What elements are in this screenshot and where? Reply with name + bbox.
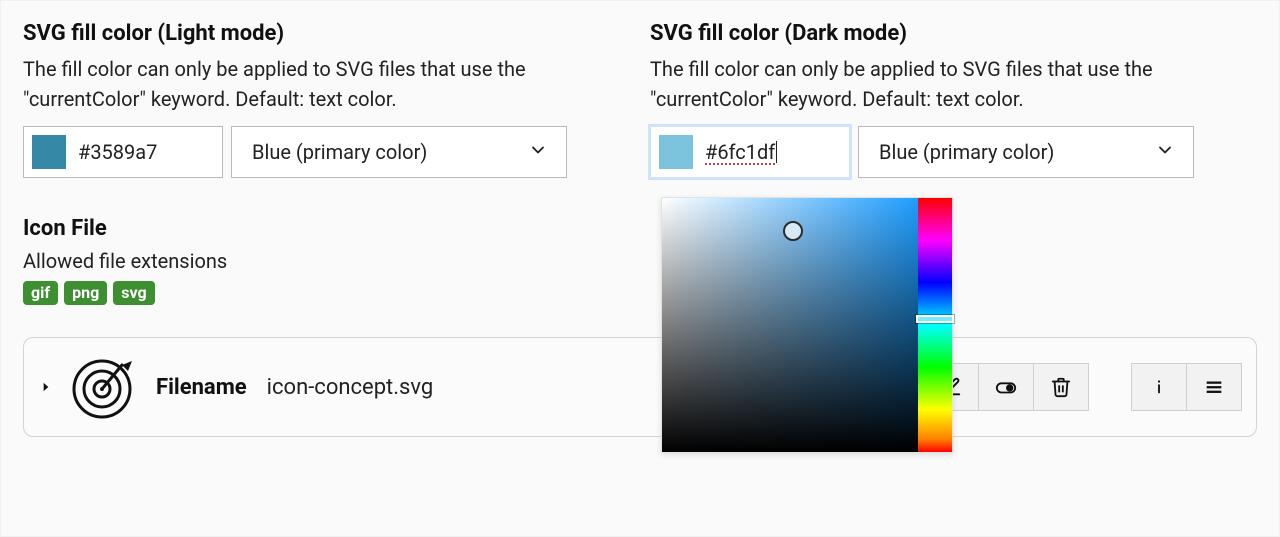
- icon-file-title: Icon File: [23, 216, 630, 241]
- light-color-input[interactable]: #3589a7: [23, 126, 223, 178]
- settings-panel: SVG fill color (Light mode) The fill col…: [0, 0, 1280, 537]
- extension-chip: gif: [23, 281, 58, 305]
- dark-color-preset-select[interactable]: Blue (primary color): [858, 126, 1194, 178]
- text-caret: [776, 141, 777, 163]
- file-item-row: Filename icon-concept.svg: [23, 337, 1257, 437]
- fill-color-columns: SVG fill color (Light mode) The fill col…: [23, 21, 1257, 305]
- chevron-down-icon: [528, 140, 548, 165]
- hue-slider[interactable]: [918, 198, 952, 452]
- hue-slider-cursor[interactable]: [916, 315, 954, 323]
- saturation-value-cursor[interactable]: [783, 221, 803, 241]
- light-color-preset-select[interactable]: Blue (primary color): [231, 126, 567, 178]
- dark-color-swatch: [659, 135, 693, 169]
- dark-hex-value: #6fc1df: [705, 140, 777, 164]
- light-mode-title: SVG fill color (Light mode): [23, 21, 630, 46]
- dark-color-input[interactable]: #6fc1df: [650, 126, 850, 178]
- dark-mode-controls: #6fc1df Blue (primary color): [650, 126, 1257, 178]
- delete-button[interactable]: [1033, 363, 1089, 411]
- allowed-extensions-list: gif png svg: [23, 281, 630, 305]
- dark-select-label: Blue (primary color): [879, 140, 1054, 164]
- file-thumbnail-icon: [70, 355, 134, 419]
- filename-value: icon-concept.svg: [267, 375, 434, 400]
- icon-file-section: Icon File Allowed file extensions gif pn…: [23, 216, 630, 305]
- filename-label: Filename: [156, 375, 247, 400]
- more-menu-button[interactable]: [1186, 363, 1242, 411]
- expand-arrow-icon[interactable]: [38, 379, 54, 395]
- chevron-down-icon: [1155, 140, 1175, 165]
- extension-chip: svg: [113, 281, 154, 305]
- info-button[interactable]: [1131, 363, 1187, 411]
- light-hex-value: #3589a7: [78, 140, 157, 164]
- extension-chip: png: [64, 281, 107, 305]
- light-select-label: Blue (primary color): [252, 140, 427, 164]
- light-mode-controls: #3589a7 Blue (primary color): [23, 126, 630, 178]
- file-action-group-2: [1131, 363, 1242, 411]
- color-picker-popup: [661, 197, 953, 453]
- dark-mode-description: The fill color can only be applied to SV…: [650, 54, 1257, 114]
- light-color-swatch: [32, 135, 66, 169]
- allowed-extensions-label: Allowed file extensions: [23, 249, 630, 273]
- dark-mode-title: SVG fill color (Dark mode): [650, 21, 1257, 46]
- light-mode-description: The fill color can only be applied to SV…: [23, 54, 630, 114]
- toggle-visibility-button[interactable]: [978, 363, 1034, 411]
- saturation-value-area[interactable]: [662, 198, 918, 452]
- light-mode-column: SVG fill color (Light mode) The fill col…: [23, 21, 630, 305]
